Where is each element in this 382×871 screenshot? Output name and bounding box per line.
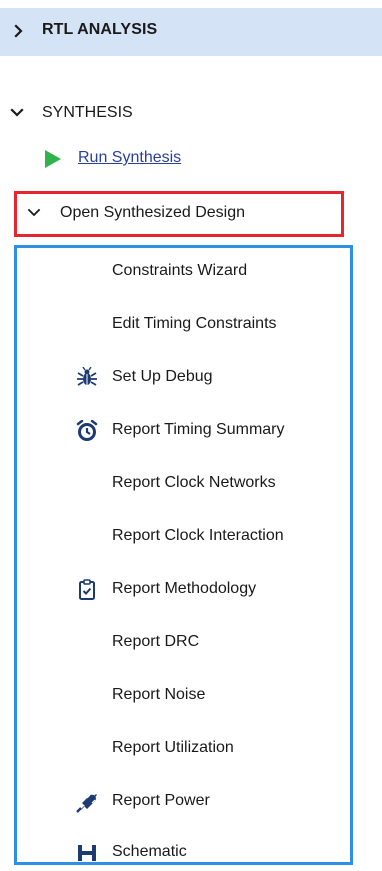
report-utilization-label: Report Utilization xyxy=(112,739,234,756)
stopwatch-icon xyxy=(76,420,98,441)
report-noise-item[interactable]: Report Noise xyxy=(0,678,382,712)
schematic-icon xyxy=(78,845,96,861)
open-synthesized-design-label: Open Synthesized Design xyxy=(60,204,245,221)
synthesis-label: SYNTHESIS xyxy=(42,104,133,121)
play-icon xyxy=(45,150,61,168)
chevron-down-icon[interactable] xyxy=(26,205,42,221)
report-clock-networks-label: Report Clock Networks xyxy=(112,474,276,491)
edit-timing-constraints-label: Edit Timing Constraints xyxy=(112,315,277,332)
run-synthesis-item[interactable]: Run Synthesis xyxy=(0,143,382,177)
report-methodology-label: Report Methodology xyxy=(112,580,257,597)
report-timing-summary-item[interactable]: Report Timing Summary xyxy=(0,413,382,447)
report-clock-networks-item[interactable]: Report Clock Networks xyxy=(0,466,382,500)
power-plug-icon xyxy=(76,794,97,813)
run-synthesis-link[interactable]: Run Synthesis xyxy=(78,149,181,167)
report-drc-label: Report DRC xyxy=(112,633,200,650)
report-power-item[interactable]: Report Power xyxy=(0,784,382,818)
report-power-label: Report Power xyxy=(112,792,210,809)
open-synthesized-design-item[interactable]: Open Synthesized Design xyxy=(14,191,344,237)
report-clock-interaction-item[interactable]: Report Clock Interaction xyxy=(0,519,382,553)
report-methodology-item[interactable]: Report Methodology xyxy=(0,572,382,606)
chevron-down-icon[interactable] xyxy=(8,104,26,122)
constraints-wizard-item[interactable]: Constraints Wizard xyxy=(0,254,382,288)
schematic-item[interactable]: Schematic xyxy=(0,837,382,871)
chevron-right-icon[interactable] xyxy=(10,22,28,40)
report-clock-interaction-label: Report Clock Interaction xyxy=(112,527,284,544)
report-timing-summary-label: Report Timing Summary xyxy=(112,421,285,438)
synthesis-section-header[interactable]: SYNTHESIS xyxy=(0,96,382,130)
rtl-analysis-section-header[interactable]: RTL ANALYSIS xyxy=(0,8,382,56)
report-noise-label: Report Noise xyxy=(112,686,206,703)
report-drc-item[interactable]: Report DRC xyxy=(0,625,382,659)
schematic-label: Schematic xyxy=(112,843,187,860)
report-utilization-item[interactable]: Report Utilization xyxy=(0,731,382,765)
bug-icon xyxy=(77,367,97,386)
rtl-analysis-label: RTL ANALYSIS xyxy=(42,21,158,38)
clipboard-check-icon xyxy=(79,579,95,600)
set-up-debug-label: Set Up Debug xyxy=(112,368,213,385)
set-up-debug-item[interactable]: Set Up Debug xyxy=(0,360,382,394)
edit-timing-constraints-item[interactable]: Edit Timing Constraints xyxy=(0,307,382,341)
constraints-wizard-label: Constraints Wizard xyxy=(112,262,248,279)
